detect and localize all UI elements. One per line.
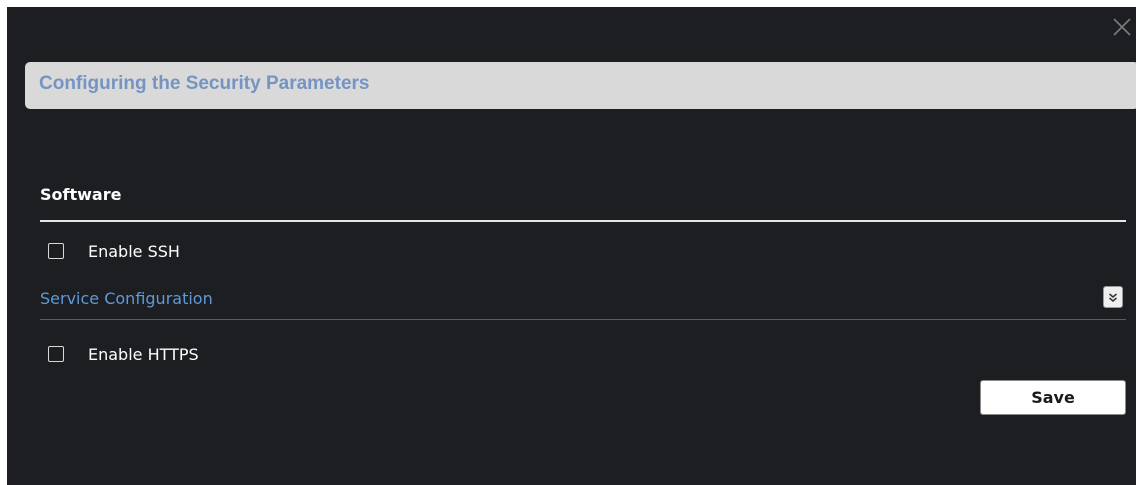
dialog-title-bar: Configuring the Security Parameters — [25, 62, 1136, 109]
software-section-heading: Software — [40, 185, 122, 204]
double-chevron-down-icon[interactable] — [1103, 286, 1123, 308]
expand-icon-graphic — [1109, 293, 1117, 302]
close-icon-graphic — [1113, 18, 1131, 36]
service-configuration-link[interactable]: Service Configuration — [40, 289, 213, 308]
enable-ssh-label: Enable SSH — [88, 241, 180, 261]
enable-ssh-checkbox[interactable] — [48, 243, 64, 259]
enable-https-label: Enable HTTPS — [88, 344, 199, 364]
enable-https-option[interactable]: Enable HTTPS — [48, 343, 199, 365]
save-button[interactable]: Save — [980, 380, 1126, 415]
service-configuration-divider — [40, 319, 1126, 320]
close-icon[interactable] — [1111, 16, 1133, 38]
enable-https-checkbox[interactable] — [48, 346, 64, 362]
dialog-title: Configuring the Security Parameters — [39, 73, 370, 94]
software-section-divider — [40, 220, 1126, 222]
enable-ssh-option[interactable]: Enable SSH — [48, 240, 180, 262]
security-parameters-dialog: Configuring the Security Parameters Soft… — [7, 7, 1136, 485]
